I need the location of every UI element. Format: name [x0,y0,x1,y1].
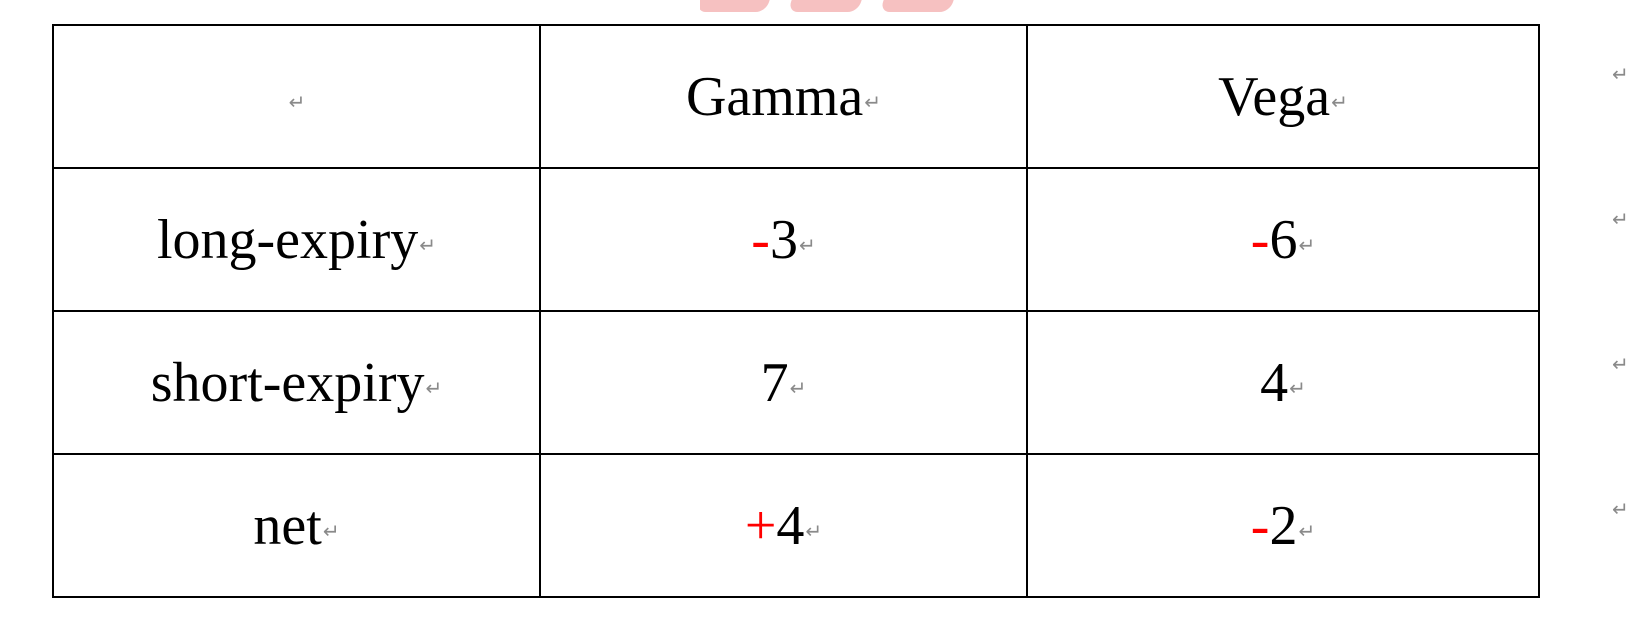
gamma-value-cell[interactable]: 7↵ [539,310,1028,455]
table-row: short-expiry↵ 7↵ 4↵ [52,310,1540,455]
row-end-mark-icon: ↵ [1612,207,1629,231]
row-label: long-expiry [156,208,419,271]
gamma-value: 4 [776,494,805,557]
paragraph-mark-icon: ↵ [1289,375,1306,400]
vega-value: 2 [1269,494,1298,557]
vega-value-cell[interactable]: -2↵ [1026,453,1540,598]
paragraph-mark-icon: ↵ [1298,518,1316,543]
header-corner-cell[interactable]: ↵ [52,24,541,169]
paragraph-mark-icon: ↵ [864,89,882,114]
paragraph-mark-icon: ↵ [1331,89,1348,114]
paragraph-mark-icon: ↵ [798,232,816,257]
watermark-shape [787,0,867,12]
header-cell-gamma[interactable]: Gamma↵ [539,24,1028,169]
header-vega-label: Vega [1218,65,1331,128]
paragraph-mark-icon: ↵ [805,518,823,543]
row-end-mark-icon: ↵ [1612,352,1629,376]
vega-value: 6 [1269,208,1298,271]
paragraph-mark-icon: ↵ [789,375,807,400]
header-gamma-label: Gamma [685,65,864,128]
row-label: net [253,494,322,557]
value-sign: - [1250,494,1270,557]
gamma-value-cell[interactable]: +4↵ [539,453,1028,598]
row-label-cell[interactable]: long-expiry↵ [52,167,541,312]
paragraph-mark-icon: ↵ [425,375,443,400]
paragraph-mark-icon: ↵ [1298,232,1316,257]
watermark-shape [879,0,959,12]
row-end-mark-icon: ↵ [1612,497,1629,521]
paragraph-mark-icon: ↵ [288,89,306,114]
row-label: short-expiry [150,351,425,414]
row-label-cell[interactable]: short-expiry↵ [52,310,541,455]
gamma-value: 7 [760,351,789,414]
watermark [700,0,990,12]
gamma-value-cell[interactable]: -3↵ [539,167,1028,312]
row-label-cell[interactable]: net↵ [52,453,541,598]
paragraph-mark-icon: ↵ [419,232,437,257]
watermark-shape [700,0,775,12]
value-sign: - [751,208,770,271]
value-sign: + [744,494,777,557]
value-sign: - [1250,208,1270,271]
table-row: long-expiry↵ -3↵ -6↵ [52,167,1540,312]
gamma-value: 3 [769,208,798,271]
greeks-table: ↵ Gamma↵ Vega↵ long-expiry↵ -3↵ -6↵ shor… [52,24,1540,598]
vega-value-cell[interactable]: 4↵ [1026,310,1540,455]
table-header-row: ↵ Gamma↵ Vega↵ [52,24,1540,169]
vega-value-cell[interactable]: -6↵ [1026,167,1540,312]
table-row: net↵ +4↵ -2↵ [52,453,1540,598]
row-end-mark-icon: ↵ [1612,62,1629,86]
header-cell-vega[interactable]: Vega↵ [1026,24,1540,169]
paragraph-mark-icon: ↵ [322,518,340,543]
vega-value: 4 [1260,351,1289,414]
